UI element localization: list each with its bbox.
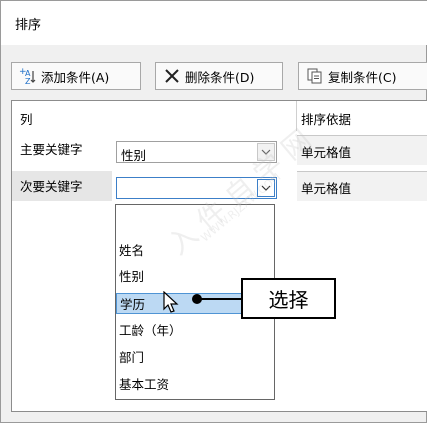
primary-sort-on-select[interactable]: 单元格值 [297,135,427,165]
dropdown-option-name[interactable]: 姓名 [116,240,274,261]
primary-key-label: 主要关键字 [20,142,83,157]
primary-column-value: 性别 [121,148,147,163]
add-condition-button[interactable]: + A Z 添加条件(A) [11,62,141,90]
secondary-key-label: 次要关键字 [20,179,83,194]
column-header-column: 列 [20,112,33,127]
add-level-icon: + A Z [18,66,38,86]
copy-icon [305,66,325,86]
copy-condition-button[interactable]: 复制条件(C) [298,62,427,90]
dropdown-option-department[interactable]: 部门 [116,347,274,368]
copy-condition-label: 复制条件(C) [328,69,397,85]
secondary-sort-on-select[interactable]: 单元格值 [297,171,427,201]
callout-text: 选择 [268,288,309,312]
primary-sort-on-value: 单元格值 [301,145,352,160]
secondary-sort-on-value: 单元格值 [301,181,352,196]
delete-condition-label: 删除条件(D) [185,69,255,85]
svg-text:Z: Z [25,77,31,86]
chevron-down-icon[interactable] [257,179,275,197]
sort-dialog: 排序 + A Z 添加条件(A) 删除条件(D) 复制条件(C) 列 排序依据 … [0,0,427,423]
select-callout: 选择 [241,278,336,319]
column-header-sort-on: 排序依据 [301,112,352,127]
mouse-pointer-icon [163,291,179,313]
callout-pointer [192,294,243,304]
chevron-down-icon[interactable] [257,143,275,161]
dropdown-option-base-salary[interactable]: 基本工资 [116,374,274,395]
dropdown-option-blank[interactable] [116,213,274,234]
secondary-column-select[interactable] [116,177,277,199]
add-condition-label: 添加条件(A) [41,69,110,85]
primary-column-select[interactable]: 性别 [116,141,277,163]
close-icon [162,66,182,86]
delete-condition-button[interactable]: 删除条件(D) [155,62,283,90]
column-separator [296,101,297,131]
title-bar: 排序 [1,1,427,45]
dropdown-option-seniority[interactable]: 工龄（年） [116,320,274,341]
dialog-title: 排序 [15,18,42,33]
